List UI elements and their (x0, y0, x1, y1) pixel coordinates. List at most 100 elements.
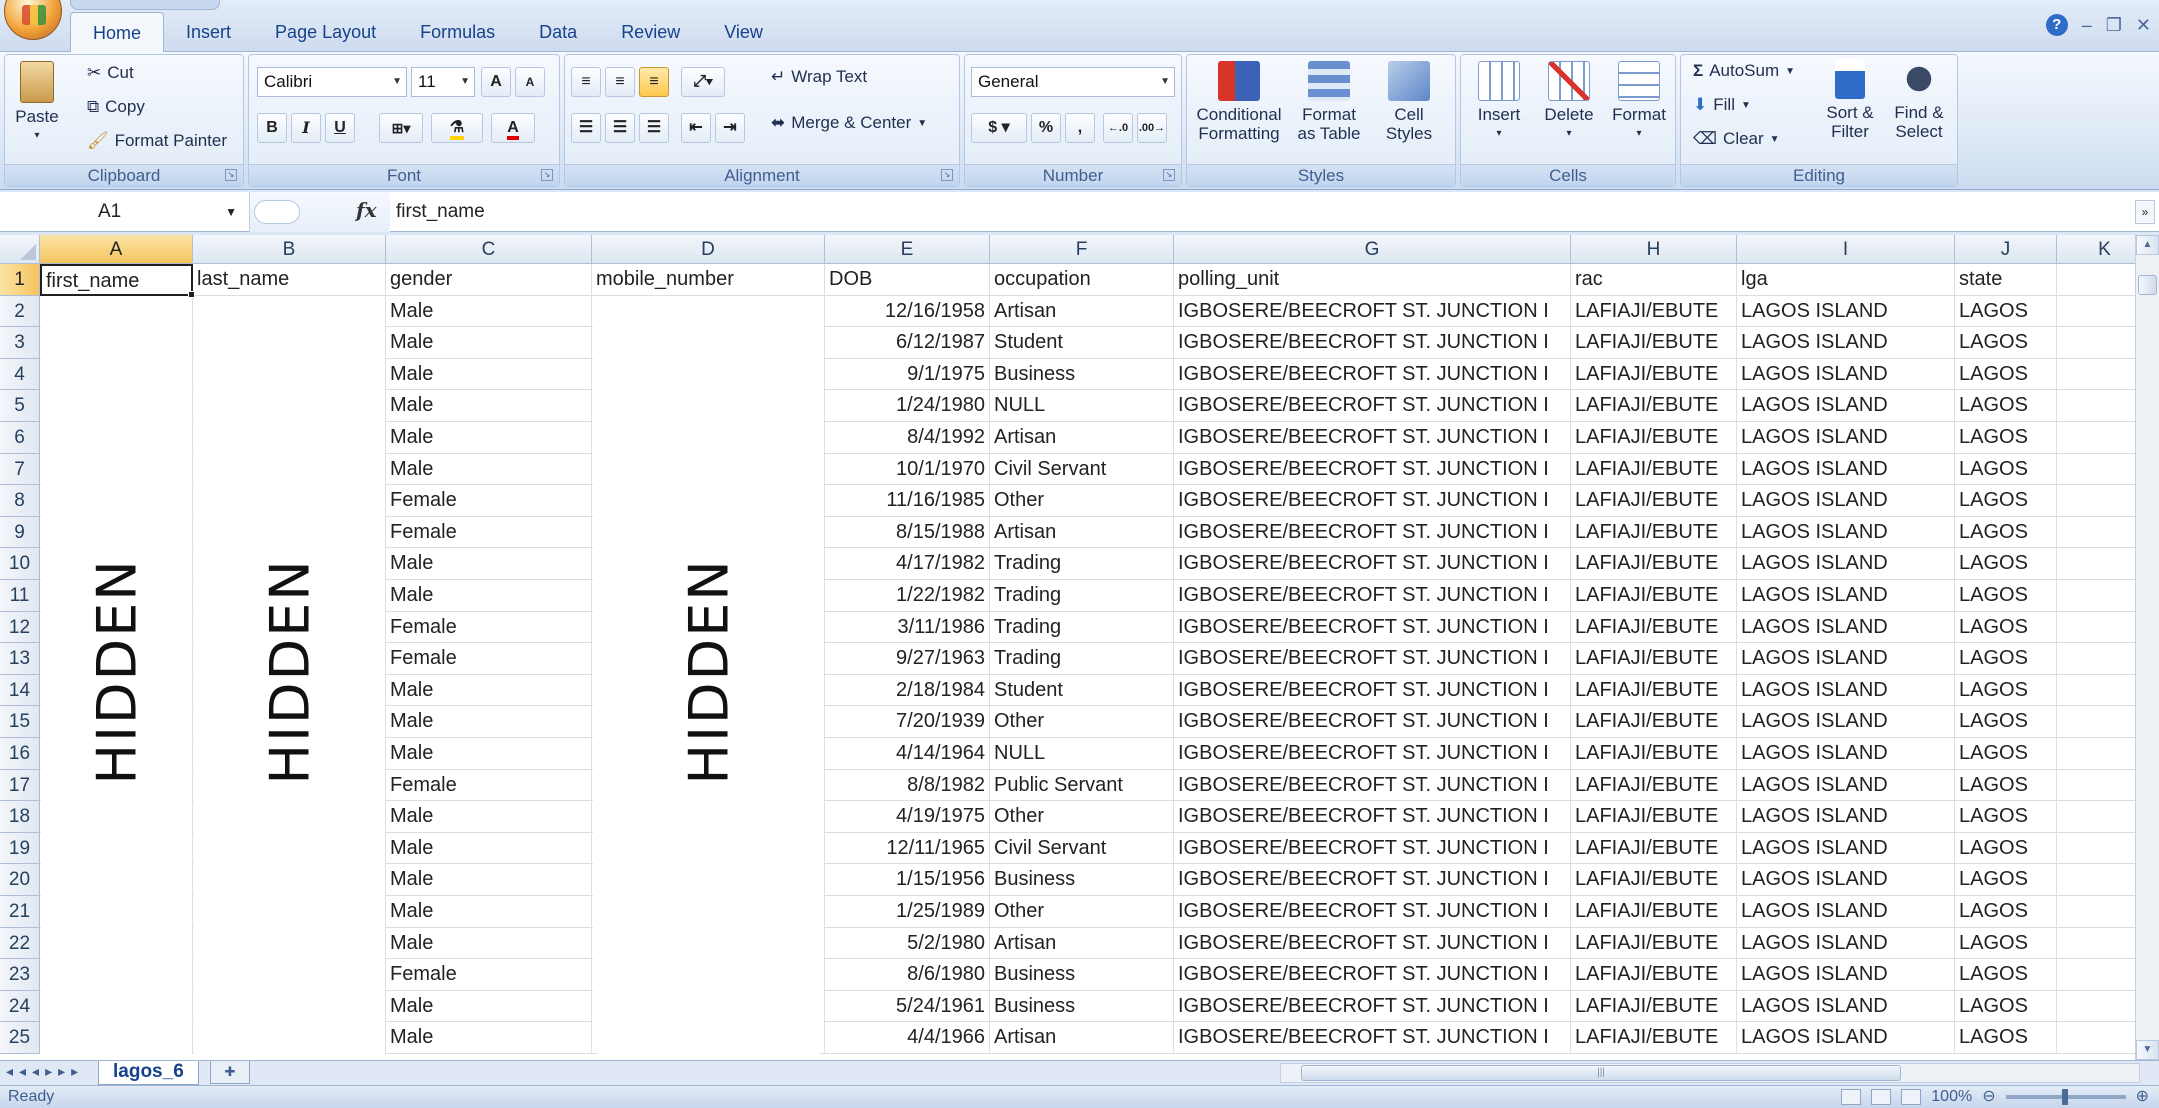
data-cell[interactable]: LAGOS (1955, 738, 2057, 770)
data-cell[interactable]: IGBOSERE/BEECROFT ST. JUNCTION I (1174, 453, 1571, 486)
data-cell[interactable]: LAGOS (1955, 674, 2057, 707)
data-cell[interactable] (2057, 390, 2135, 422)
data-cell[interactable]: LAGOS ISLAND (1737, 453, 1955, 486)
data-cell[interactable]: LAGOS ISLAND (1737, 358, 1955, 391)
data-cell[interactable]: Civil Servant (990, 832, 1174, 865)
row-header[interactable]: 18 (0, 801, 40, 833)
data-cell[interactable]: LAFIAJI/EBUTE (1571, 516, 1737, 549)
data-cell[interactable]: Female (386, 769, 592, 802)
data-cell[interactable] (2057, 1022, 2135, 1054)
data-cell[interactable]: LAFIAJI/EBUTE (1571, 485, 1737, 517)
data-cell[interactable]: LAFIAJI/EBUTE (1571, 643, 1737, 675)
data-cell[interactable]: LAGOS ISLAND (1737, 390, 1955, 422)
row-header[interactable]: 23 (0, 959, 40, 991)
vertical-scrollbar[interactable]: ▲ ▼ (2135, 235, 2159, 1060)
data-cell[interactable]: IGBOSERE/BEECROFT ST. JUNCTION I (1174, 959, 1571, 991)
data-cell[interactable]: Trading (990, 643, 1174, 675)
data-cell[interactable]: 12/11/1965 (825, 832, 990, 865)
data-cell[interactable]: Trading (990, 580, 1174, 612)
row-header[interactable]: 11 (0, 580, 40, 612)
data-cell[interactable]: IGBOSERE/BEECROFT ST. JUNCTION I (1174, 706, 1571, 738)
data-cell[interactable]: LAGOS (1955, 927, 2057, 960)
header-cell[interactable]: gender (386, 264, 592, 296)
data-cell[interactable]: LAGOS (1955, 580, 2057, 612)
data-cell[interactable]: LAGOS (1955, 516, 2057, 549)
data-cell[interactable]: LAGOS (1955, 390, 2057, 422)
data-cell[interactable]: LAGOS (1955, 896, 2057, 928)
fill-color-button[interactable]: ⚗ (431, 113, 483, 143)
horizontal-scrollbar[interactable]: ||| (1280, 1063, 2140, 1083)
bold-button[interactable]: B (257, 113, 287, 143)
find-select-button[interactable]: Find & Select (1885, 59, 1953, 141)
data-cell[interactable] (2057, 643, 2135, 675)
data-cell[interactable]: LAFIAJI/EBUTE (1571, 896, 1737, 928)
data-cell[interactable]: LAGOS ISLAND (1737, 295, 1955, 328)
tab-review[interactable]: Review (599, 12, 702, 52)
row-header[interactable]: 2 (0, 295, 40, 328)
data-cell[interactable]: LAFIAJI/EBUTE (1571, 295, 1737, 328)
data-cell[interactable]: LAFIAJI/EBUTE (1571, 990, 1737, 1023)
worksheet-grid[interactable]: A B C D E F G H I J K 1 first_name last_name gender mob… (0, 235, 2135, 1060)
data-cell[interactable]: LAGOS ISLAND (1737, 485, 1955, 517)
data-cell[interactable]: LAGOS ISLAND (1737, 1022, 1955, 1054)
data-cell[interactable] (2057, 580, 2135, 612)
data-cell[interactable]: Male (386, 580, 592, 612)
data-cell[interactable]: 1/25/1989 (825, 896, 990, 928)
header-cell[interactable]: state (1955, 264, 2057, 296)
data-cell[interactable]: 9/1/1975 (825, 358, 990, 391)
decrease-indent-button[interactable]: ⇤ (681, 113, 711, 143)
data-cell[interactable]: 4/17/1982 (825, 548, 990, 580)
data-cell[interactable]: Male (386, 896, 592, 928)
data-cell[interactable]: Business (990, 990, 1174, 1023)
data-cell[interactable] (2057, 359, 2135, 391)
data-cell[interactable]: 5/24/1961 (825, 990, 990, 1023)
align-bottom-button[interactable]: ≡ (639, 67, 669, 97)
row-header[interactable]: 14 (0, 674, 40, 707)
data-cell[interactable]: Female (386, 643, 592, 675)
sort-filter-button[interactable]: Sort & Filter (1817, 59, 1883, 141)
data-cell[interactable]: LAGOS (1955, 769, 2057, 802)
close-icon[interactable]: ✕ (2136, 15, 2151, 36)
data-cell[interactable]: Student (990, 327, 1174, 359)
data-cell[interactable]: LAGOS (1955, 358, 2057, 391)
data-cell[interactable]: LAGOS (1955, 706, 2057, 738)
data-cell[interactable]: LAFIAJI/EBUTE (1571, 358, 1737, 391)
row-header[interactable]: 12 (0, 611, 40, 644)
data-cell[interactable]: Student (990, 674, 1174, 707)
data-cell[interactable]: Other (990, 801, 1174, 833)
data-cell[interactable]: LAFIAJI/EBUTE (1571, 959, 1737, 991)
data-cell[interactable]: LAGOS ISLAND (1737, 706, 1955, 738)
data-cell[interactable]: LAGOS ISLAND (1737, 864, 1955, 896)
data-cell[interactable]: Trading (990, 548, 1174, 580)
column-header-f[interactable]: F (990, 235, 1174, 264)
column-header-c[interactable]: C (386, 235, 592, 264)
data-cell[interactable]: IGBOSERE/BEECROFT ST. JUNCTION I (1174, 643, 1571, 675)
row-header[interactable]: 21 (0, 896, 40, 928)
row-header[interactable]: 25 (0, 1022, 40, 1054)
column-header-e[interactable]: E (825, 235, 990, 264)
data-cell[interactable]: LAFIAJI/EBUTE (1571, 738, 1737, 770)
percent-button[interactable]: % (1031, 113, 1061, 143)
data-cell[interactable]: Male (386, 927, 592, 960)
currency-button[interactable]: $ ▾ (971, 113, 1027, 143)
tab-insert[interactable]: Insert (164, 12, 253, 52)
italic-button[interactable]: I (291, 113, 321, 143)
data-cell[interactable]: LAGOS ISLAND (1737, 516, 1955, 549)
data-cell[interactable]: IGBOSERE/BEECROFT ST. JUNCTION I (1174, 548, 1571, 580)
data-cell[interactable]: LAGOS ISLAND (1737, 580, 1955, 612)
data-cell[interactable]: 2/18/1984 (825, 674, 990, 707)
data-cell[interactable]: 4/4/1966 (825, 1022, 990, 1054)
data-cell[interactable]: LAGOS ISLAND (1737, 801, 1955, 833)
underline-button[interactable]: U (325, 113, 355, 143)
data-cell[interactable]: LAGOS (1955, 548, 2057, 580)
data-cell[interactable]: LAGOS (1955, 864, 2057, 896)
row-header[interactable]: 7 (0, 453, 40, 486)
data-cell[interactable]: Male (386, 295, 592, 328)
data-cell[interactable]: LAFIAJI/EBUTE (1571, 927, 1737, 960)
data-cell[interactable]: NULL (990, 738, 1174, 770)
data-cell[interactable]: LAGOS ISLAND (1737, 959, 1955, 991)
data-cell[interactable]: LAGOS (1955, 990, 2057, 1023)
data-cell[interactable]: Other (990, 706, 1174, 738)
row-header[interactable]: 15 (0, 706, 40, 738)
data-cell[interactable]: IGBOSERE/BEECROFT ST. JUNCTION I (1174, 611, 1571, 644)
